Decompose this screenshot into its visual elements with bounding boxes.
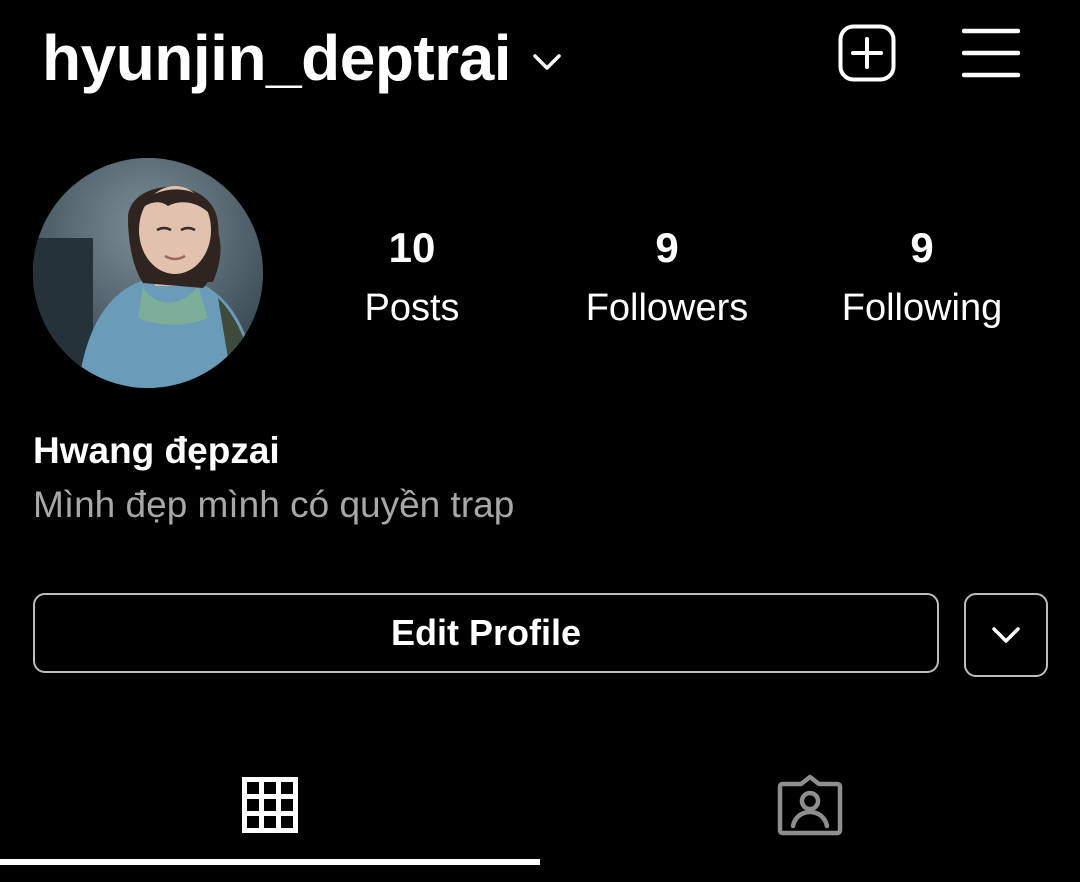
active-tab-indicator <box>0 859 540 865</box>
posts-label: Posts <box>364 287 460 329</box>
tab-tagged[interactable] <box>540 740 1080 870</box>
edit-profile-button[interactable]: Edit Profile <box>33 593 939 673</box>
bio-text: Mình đẹp mình có quyền trap <box>33 484 515 525</box>
posts-count: 10 <box>388 224 436 271</box>
display-name: Hwang đẹpzai <box>33 430 280 471</box>
avatar[interactable] <box>33 158 263 388</box>
chevron-down-icon <box>531 46 563 78</box>
stat-followers[interactable]: 9 Followers <box>557 222 777 338</box>
profile-header: hyunjin_deptrai <box>0 0 1080 120</box>
following-count: 9 <box>910 224 934 271</box>
account-switcher[interactable]: hyunjin_deptrai <box>42 18 563 98</box>
discover-people-button[interactable] <box>964 593 1048 677</box>
following-label: Following <box>841 287 1003 329</box>
grid-icon <box>242 777 298 833</box>
menu-button[interactable] <box>961 26 1021 80</box>
followers-count: 9 <box>655 224 679 271</box>
username: hyunjin_deptrai <box>42 22 512 94</box>
tagged-person-icon <box>777 774 843 836</box>
chevron-down-icon <box>992 627 1020 643</box>
tab-posts-grid[interactable] <box>0 740 540 870</box>
hamburger-menu-icon <box>961 28 1021 78</box>
edit-profile-label: Edit Profile <box>390 612 582 653</box>
stat-posts[interactable]: 10 Posts <box>302 222 522 338</box>
plus-square-icon <box>838 24 896 82</box>
stat-following[interactable]: 9 Following <box>812 222 1032 338</box>
followers-label: Followers <box>585 287 749 329</box>
new-post-button[interactable] <box>838 24 896 82</box>
